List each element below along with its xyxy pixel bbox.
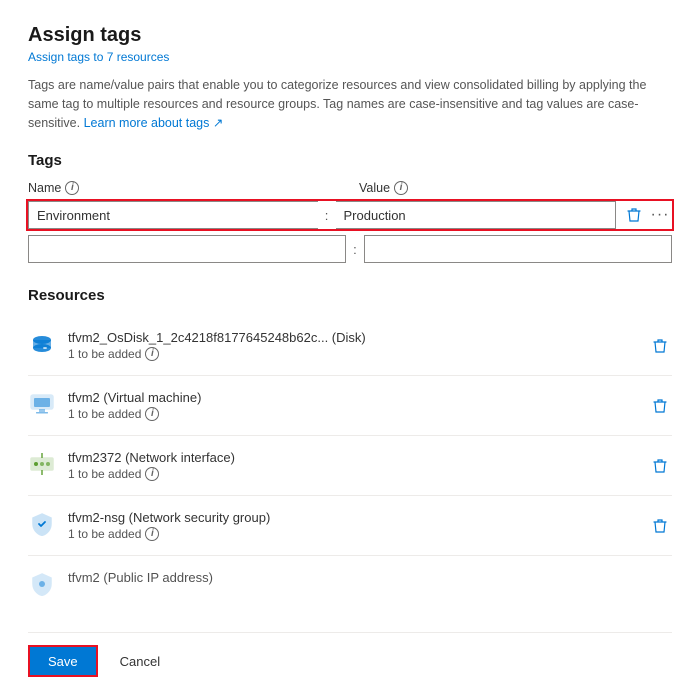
cancel-button[interactable]: Cancel (108, 645, 172, 677)
page-description: Tags are name/value pairs that enable yo… (28, 76, 672, 132)
resource4-delete[interactable] (648, 510, 672, 538)
resources-section: Resources tfvm2_OsDisk_1_2c4218f81776452… (28, 287, 672, 612)
resource-info: tfvm2 (Virtual machine) 1 to be added i (68, 390, 636, 421)
resource3-delete[interactable] (648, 450, 672, 478)
resource1-delete[interactable] (648, 330, 672, 358)
tag1-name-input[interactable] (28, 201, 318, 229)
tag2-row: : (28, 235, 672, 263)
nsg-icon (28, 510, 56, 538)
tag2-name-input[interactable] (28, 235, 346, 263)
resources-section-title: Resources (28, 287, 672, 304)
disk-icon (28, 330, 56, 358)
name-info-icon[interactable]: i (65, 181, 79, 195)
resource-name: tfvm2-nsg (Network security group) (68, 510, 636, 525)
resource-item: tfvm2 (Virtual machine) 1 to be added i (28, 376, 672, 436)
resource3-delete-button[interactable] (648, 454, 672, 478)
page-subtitle: Assign tags to 7 resources (28, 50, 672, 64)
resource2-delete-button[interactable] (648, 394, 672, 418)
resource-item: tfvm2 (Public IP address) (28, 556, 672, 612)
resource-status-info-icon[interactable]: i (145, 467, 159, 481)
ip-icon (28, 570, 56, 598)
resource-status-info-icon[interactable]: i (145, 347, 159, 361)
resource-info: tfvm2_OsDisk_1_2c4218f8177645248b62c... … (68, 330, 636, 361)
resource-name: tfvm2 (Virtual machine) (68, 390, 636, 405)
value-info-icon[interactable]: i (394, 181, 408, 195)
resource1-delete-button[interactable] (648, 334, 672, 358)
tag2-separator: : (346, 242, 364, 257)
tag2-value-input[interactable] (364, 235, 672, 263)
resource2-delete[interactable] (648, 390, 672, 418)
resource-info: tfvm2372 (Network interface) 1 to be add… (68, 450, 636, 481)
resource-status: 1 to be added i (68, 347, 636, 361)
resource-item: tfvm2372 (Network interface) 1 to be add… (28, 436, 672, 496)
resource-info: tfvm2-nsg (Network security group) 1 to … (68, 510, 636, 541)
ni-icon (28, 450, 56, 478)
resource4-delete-button[interactable] (648, 514, 672, 538)
resource-status: 1 to be added i (68, 527, 636, 541)
resource-item: tfvm2-nsg (Network security group) 1 to … (28, 496, 672, 556)
resource-status: 1 to be added i (68, 407, 636, 421)
save-button[interactable]: Save (28, 645, 98, 677)
footer-actions: Save Cancel (28, 632, 672, 677)
value-col-label: Value (359, 181, 390, 195)
tag1-separator: : (318, 208, 336, 223)
tags-section-title: Tags (28, 152, 672, 169)
resource-status-info-icon[interactable]: i (145, 407, 159, 421)
name-col-label: Name (28, 181, 61, 195)
learn-more-link[interactable]: Learn more about tags ↗ (84, 116, 224, 130)
resource-status: 1 to be added i (68, 467, 636, 481)
resource-name: tfvm2 (Public IP address) (68, 570, 672, 585)
resource-item: tfvm2_OsDisk_1_2c4218f8177645248b62c... … (28, 316, 672, 376)
page-title: Assign tags (28, 24, 672, 47)
tag1-actions: ··· (622, 203, 672, 227)
tag1-delete-button[interactable] (622, 203, 646, 227)
resource-info: tfvm2 (Public IP address) (68, 570, 672, 585)
resource-name: tfvm2372 (Network interface) (68, 450, 636, 465)
resource-name: tfvm2_OsDisk_1_2c4218f8177645248b62c... … (68, 330, 636, 345)
vm-icon (28, 390, 56, 418)
tag1-more-button[interactable]: ··· (648, 203, 672, 227)
resource-status-info-icon[interactable]: i (145, 527, 159, 541)
tag1-value-input[interactable] (336, 201, 617, 229)
